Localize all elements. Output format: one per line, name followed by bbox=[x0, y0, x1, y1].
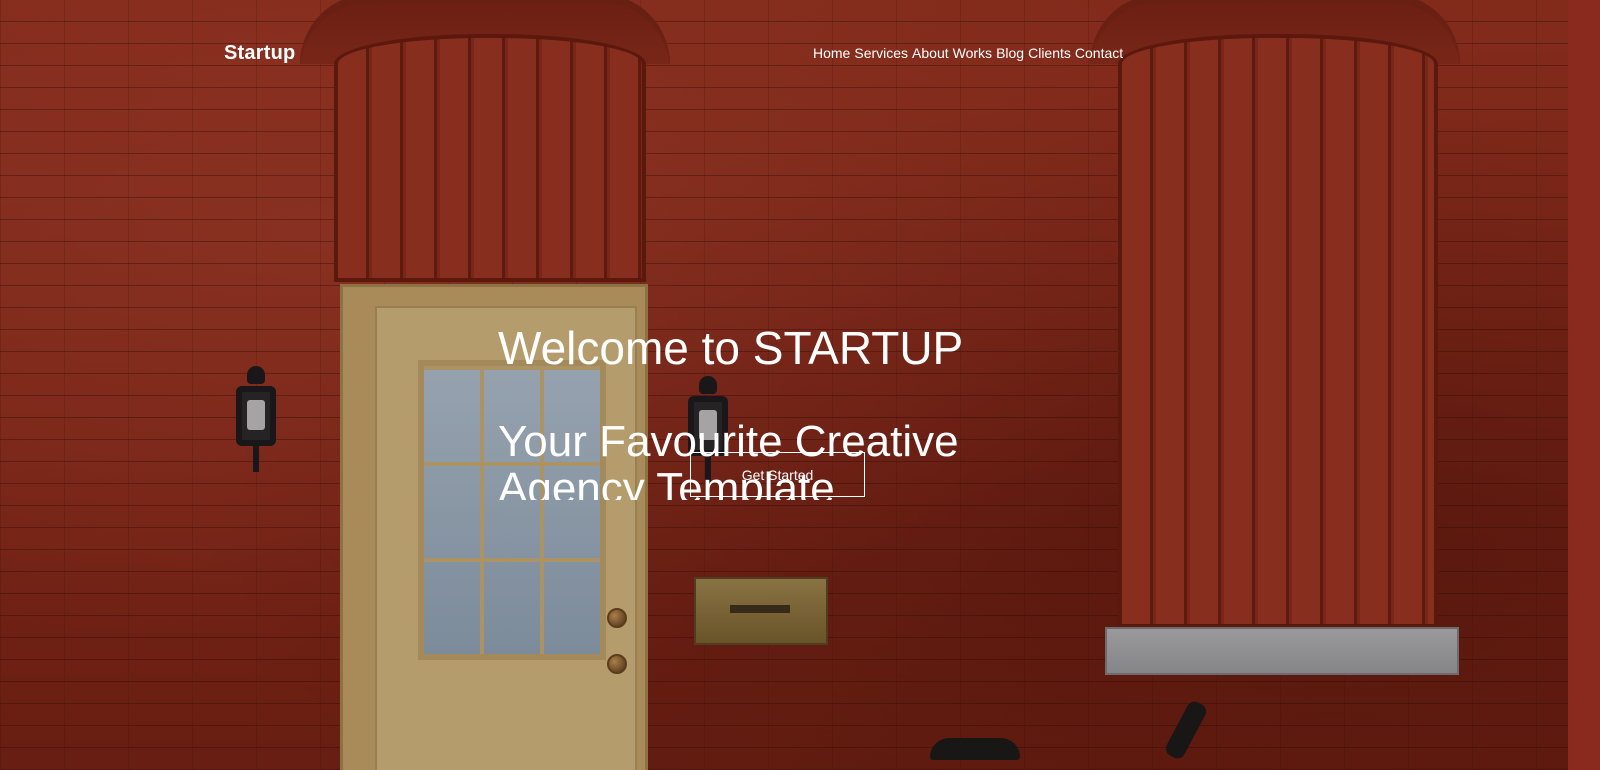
nav-works[interactable]: Works bbox=[953, 45, 992, 61]
page-edge bbox=[1568, 0, 1600, 770]
get-started-button[interactable]: Get Started bbox=[690, 452, 865, 497]
hero-title: Welcome to STARTUP bbox=[498, 322, 964, 374]
nav-clients[interactable]: Clients bbox=[1028, 45, 1071, 61]
nav-blog[interactable]: Blog bbox=[996, 45, 1024, 61]
nav-about[interactable]: About bbox=[912, 45, 949, 61]
main-navigation: Home Services About Works Blog Clients C… bbox=[813, 45, 1123, 61]
nav-home[interactable]: Home bbox=[813, 45, 850, 61]
hero-dark-overlay bbox=[0, 0, 1568, 770]
nav-contact[interactable]: Contact bbox=[1075, 45, 1123, 61]
hero-background-image bbox=[0, 0, 1568, 770]
nav-services[interactable]: Services bbox=[854, 45, 908, 61]
hero-heading-block: Welcome to STARTUP bbox=[498, 322, 1018, 374]
brand-logo[interactable]: Startup bbox=[224, 42, 295, 65]
